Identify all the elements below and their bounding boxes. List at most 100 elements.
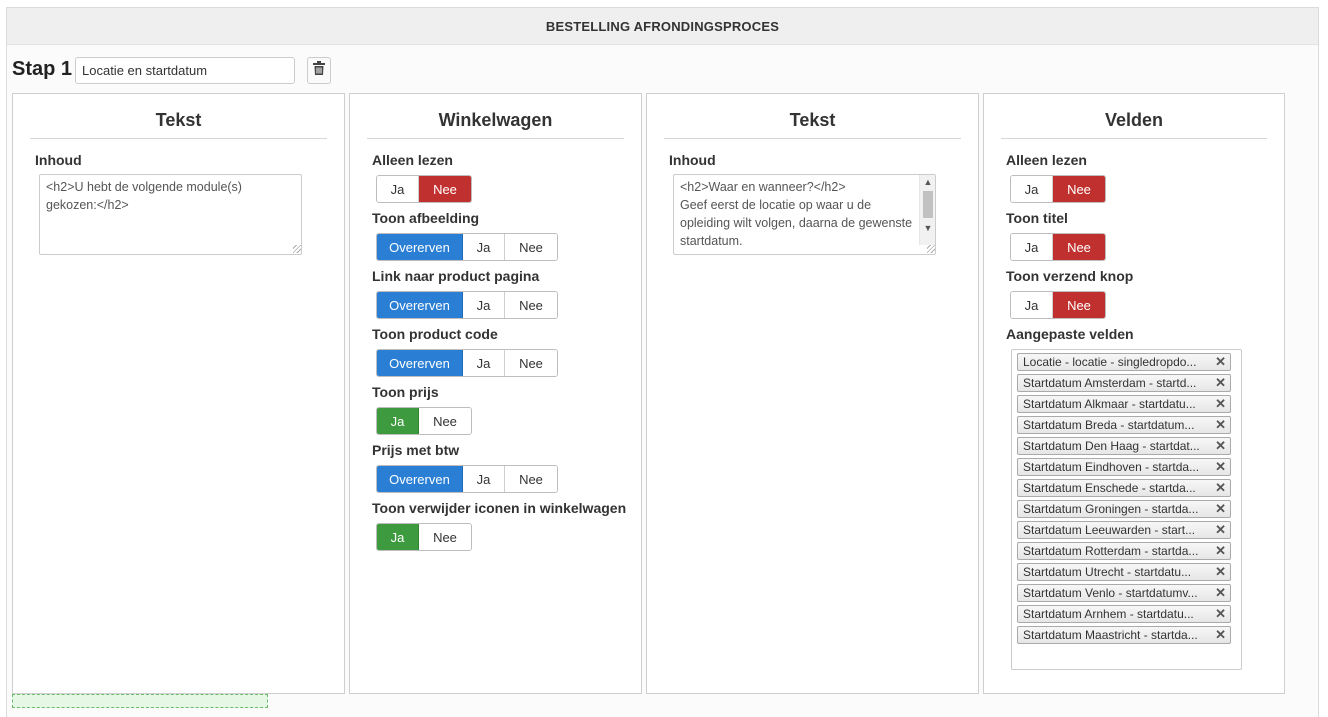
close-icon[interactable]: ✕ [1215,564,1226,580]
setting-label-show-price: Toon prijs [372,384,439,400]
close-icon[interactable]: ✕ [1215,606,1226,622]
scroll-down-icon[interactable]: ▼ [920,221,936,235]
setting-label-show-image: Toon afbeelding [372,210,480,226]
resize-handle[interactable] [293,245,301,253]
toggle-remove-icons: Ja Nee [376,523,472,551]
setting-label-product-link: Link naar product pagina [372,268,540,284]
custom-field-tag: Locatie - locatie - singledropdo... ✕ [1017,353,1231,371]
custom-field-tag: Startdatum Enschede - startda... ✕ [1017,479,1231,497]
setting-label-read-only: Alleen lezen [1006,152,1087,168]
custom-field-tag-label: Locatie - locatie - singledropdo... [1023,355,1197,369]
custom-field-tag-label: Startdatum Alkmaar - startdatu... [1023,397,1196,411]
content-textarea[interactable]: <h2>Waar en wanneer?</h2> Geef eerst de … [673,174,936,255]
close-icon[interactable]: ✕ [1215,585,1226,601]
custom-field-tag: Startdatum Leeuwarden - start... ✕ [1017,521,1231,539]
content-textarea[interactable]: <h2>U hebt de volgende module(s) gekozen… [39,174,302,255]
custom-field-tag-label: Startdatum Groningen - startda... [1023,502,1199,516]
toggle-price-vat: Overerven Ja Nee [376,465,558,493]
textarea-scrollbar[interactable]: ▲ ▼ [919,175,935,245]
option-overerven[interactable]: Overerven [377,350,463,376]
custom-field-tag-label: Startdatum Maastricht - startda... [1023,628,1198,642]
custom-fields-label: Aangepaste velden [1006,326,1134,342]
close-icon[interactable]: ✕ [1215,375,1226,391]
scroll-up-icon[interactable]: ▲ [920,175,936,189]
custom-field-tag: Startdatum Rotterdam - startda... ✕ [1017,542,1231,560]
custom-field-tag-label: Startdatum Amsterdam - startd... [1023,376,1197,390]
custom-field-tag: Startdatum Groningen - startda... ✕ [1017,500,1231,518]
step-name-input[interactable] [75,57,295,84]
option-ja[interactable]: Ja [1011,234,1053,260]
close-icon[interactable]: ✕ [1215,543,1226,559]
custom-field-tag-label: Startdatum Rotterdam - startda... [1023,544,1199,558]
close-icon[interactable]: ✕ [1215,501,1226,517]
toggle-show-price: Ja Nee [376,407,472,435]
custom-field-tag: Startdatum Maastricht - startda... ✕ [1017,626,1231,644]
custom-field-tag-label: Startdatum Leeuwarden - start... [1023,523,1196,537]
panel-title: Tekst [30,110,327,139]
custom-field-tag: Startdatum Breda - startdatum... ✕ [1017,416,1231,434]
custom-field-tag-label: Startdatum Enschede - startda... [1023,481,1196,495]
option-ja[interactable]: Ja [1011,292,1053,318]
option-ja[interactable]: Ja [463,350,505,376]
drop-zone[interactable] [12,694,268,708]
option-nee[interactable]: Nee [505,466,557,492]
custom-field-tag: Startdatum Utrecht - startdatu... ✕ [1017,563,1231,581]
close-icon[interactable]: ✕ [1215,396,1226,412]
toggle-show-title: Ja Nee [1010,233,1106,261]
close-icon[interactable]: ✕ [1215,459,1226,475]
option-overerven[interactable]: Overerven [377,466,463,492]
close-icon[interactable]: ✕ [1215,522,1226,538]
custom-field-tag-label: Startdatum Venlo - startdatumv... [1023,586,1198,600]
panel-title: Tekst [664,110,961,139]
toggle-read-only: Ja Nee [1010,175,1106,203]
panel-title: Velden [1001,110,1267,139]
option-ja[interactable]: Ja [377,408,419,434]
setting-label-read-only: Alleen lezen [372,152,453,168]
option-ja[interactable]: Ja [377,524,419,550]
trash-icon [313,61,325,80]
option-nee[interactable]: Nee [419,524,471,550]
close-icon[interactable]: ✕ [1215,417,1226,433]
option-ja[interactable]: Ja [463,292,505,318]
option-nee[interactable]: Nee [1053,234,1105,260]
setting-label-show-title: Toon titel [1006,210,1068,226]
close-icon[interactable]: ✕ [1215,438,1226,454]
custom-field-tag-label: Startdatum Den Haag - startdat... [1023,439,1200,453]
option-ja[interactable]: Ja [463,234,505,260]
content-label: Inhoud [669,152,716,168]
text-panel-1: Tekst Inhoud <h2>U hebt de volgende modu… [12,93,345,694]
scroll-thumb[interactable] [923,191,933,218]
option-nee[interactable]: Nee [1053,176,1105,202]
close-icon[interactable]: ✕ [1215,480,1226,496]
content-label: Inhoud [35,152,82,168]
option-nee[interactable]: Nee [505,234,557,260]
option-overerven[interactable]: Overerven [377,234,463,260]
close-icon[interactable]: ✕ [1215,354,1226,370]
text-panel-2: Tekst Inhoud <h2>Waar en wanneer?</h2> G… [646,93,979,694]
toggle-show-image: Overerven Ja Nee [376,233,558,261]
custom-field-tag-label: Startdatum Utrecht - startdatu... [1023,565,1192,579]
resize-handle[interactable] [927,245,935,253]
delete-step-button[interactable] [307,57,331,84]
option-nee[interactable]: Nee [505,350,557,376]
custom-fields-select[interactable]: Locatie - locatie - singledropdo... ✕ Star… [1011,349,1242,670]
custom-field-tag-label: Startdatum Breda - startdatum... [1023,418,1195,432]
custom-field-tag-label: Startdatum Eindhoven - startda... [1023,460,1200,474]
option-nee[interactable]: Nee [1053,292,1105,318]
option-ja[interactable]: Ja [1011,176,1053,202]
setting-label-remove-icons: Toon verwijder iconen in winkelwagen [372,500,627,516]
custom-field-tag: Startdatum Den Haag - startdat... ✕ [1017,437,1231,455]
section-header: BESTELLING AFRONDINGSPROCES [7,8,1318,45]
option-nee[interactable]: Nee [419,408,471,434]
toggle-submit-button: Ja Nee [1010,291,1106,319]
setting-label-product-code: Toon product code [372,326,498,342]
close-icon[interactable]: ✕ [1215,627,1226,643]
custom-field-tag: Startdatum Venlo - startdatumv... ✕ [1017,584,1231,602]
cart-panel: Winkelwagen Alleen lezen Ja Nee Toon afb… [349,93,642,694]
option-nee[interactable]: Nee [419,176,471,202]
option-ja[interactable]: Ja [377,176,419,202]
setting-label-submit-button: Toon verzend knop [1006,268,1134,284]
option-overerven[interactable]: Overerven [377,292,463,318]
option-ja[interactable]: Ja [463,466,505,492]
option-nee[interactable]: Nee [505,292,557,318]
